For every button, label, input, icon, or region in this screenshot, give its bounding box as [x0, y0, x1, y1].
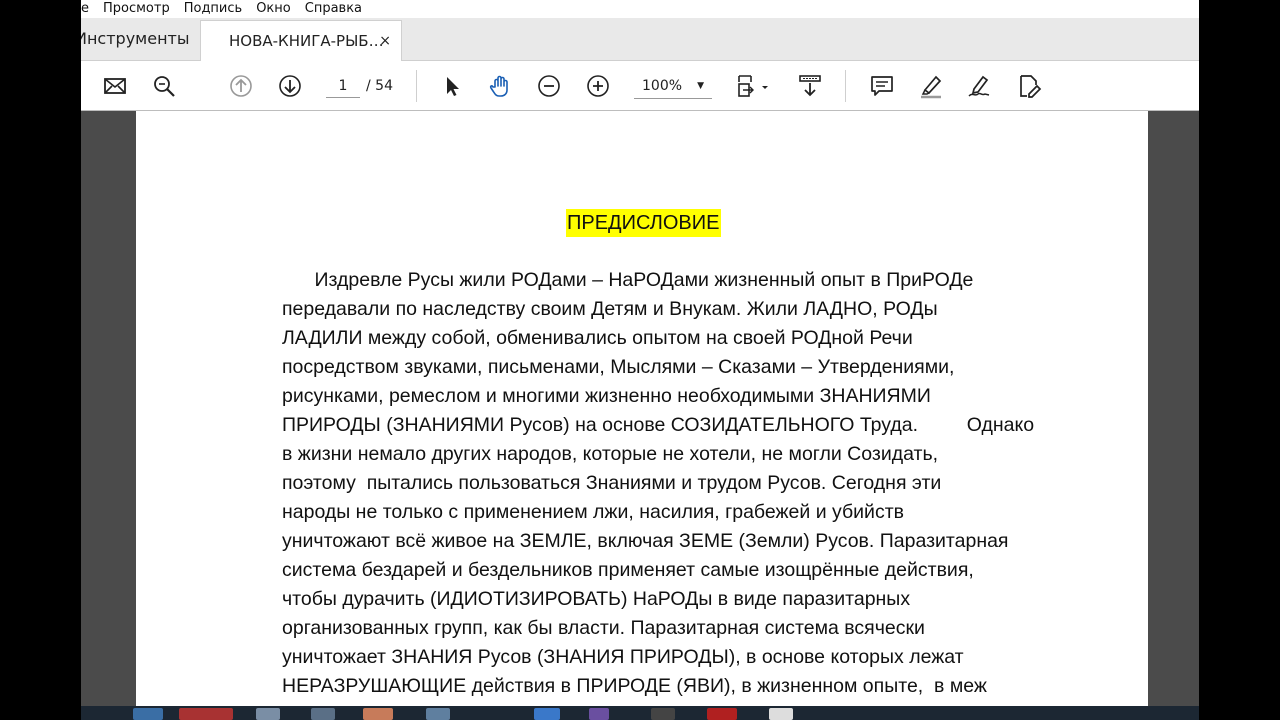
sign-icon[interactable] [965, 71, 995, 101]
toolbar-divider [845, 70, 846, 102]
tab-tools-label: Инструменты [81, 29, 190, 48]
toolbar-divider [416, 70, 417, 102]
edit-pdf-icon[interactable] [1014, 71, 1044, 101]
text-line: передавали по наследству своим Детям и В… [282, 298, 938, 320]
taskbar-app-icon[interactable] [179, 708, 233, 720]
hand-icon[interactable] [486, 71, 516, 101]
text-line: Издревле Русы жили РОДами – НаРОДами жиз… [282, 269, 974, 291]
menu-item-view[interactable]: Просмотр [96, 0, 177, 18]
envelope-icon[interactable] [100, 71, 130, 101]
taskbar-app-icon[interactable] [769, 708, 793, 720]
chevron-down-icon: ▼ [697, 81, 704, 91]
page-fit-icon[interactable] [733, 71, 773, 101]
document-body: Издревле Русы жили РОДами – НаРОДами жиз… [282, 266, 1122, 701]
taskbar-app-icon[interactable] [311, 708, 335, 720]
taskbar [81, 706, 1199, 720]
taskbar-app-icon[interactable] [256, 708, 280, 720]
taskbar-app-icon[interactable] [707, 708, 737, 720]
page-title: ПРЕДИСЛОВИЕ [566, 209, 721, 237]
text-line: посредством звуками, письменами, Мыслями… [282, 356, 955, 378]
zoom-in-icon[interactable] [583, 71, 613, 101]
tab-document[interactable]: НОВА-КНИГА-РЫБ… × [200, 20, 402, 62]
text-line: ЛАДИЛИ между собой, обменивались опытом … [282, 327, 913, 349]
text-line: народы не только с применением лжи, наси… [282, 501, 904, 523]
close-tab-icon[interactable]: × [379, 21, 391, 61]
select-cursor-icon[interactable] [437, 71, 467, 101]
taskbar-app-icon[interactable] [133, 708, 163, 720]
text-line: уничтожают всё живое на ЗЕМЛЕ, включая З… [282, 530, 1009, 552]
zoom-value: 100% [642, 78, 683, 94]
text-line: поэтому пытались пользоваться Знаниями и… [282, 472, 942, 494]
document-page: ПРЕДИСЛОВИЕ Издревле Русы жили РОДами – … [136, 111, 1148, 720]
page-total: / 54 [366, 78, 393, 94]
menu-item-partial[interactable]: e [81, 0, 96, 18]
tab-row: Инструменты НОВА-КНИГА-РЫБ… × [81, 18, 1199, 62]
text-line: рисунками, ремеслом и многими жизненно н… [282, 385, 931, 407]
taskbar-app-icon[interactable] [363, 708, 393, 720]
zoom-select[interactable]: 100% ▼ [634, 74, 712, 99]
taskbar-app-icon[interactable] [589, 708, 609, 720]
menu-item-help[interactable]: Справка [298, 0, 369, 18]
menu-item-window[interactable]: Окно [249, 0, 298, 18]
page-up-icon[interactable] [226, 71, 256, 101]
text-line: уничтожает ЗНАНИЯ Русов (ЗНАНИЯ ПРИРОДЫ)… [282, 646, 964, 668]
text-line: в жизни немало других народов, которые н… [282, 443, 939, 465]
text-line: НЕРАЗРУШАЮЩИЕ действия в ПРИРОДЕ (ЯВИ), … [282, 675, 987, 697]
tab-tools[interactable]: Инструменты [81, 18, 199, 60]
menu-bar: e Просмотр Подпись Окно Справка [81, 0, 1199, 18]
highlight-icon[interactable] [916, 71, 946, 101]
scroll-icon[interactable] [795, 71, 825, 101]
text-line: ПРИРОДЫ (ЗНАНИЯМИ Русов) на основе СОЗИД… [282, 414, 1035, 436]
text-line: система бездарей и бездельников применяе… [282, 559, 974, 581]
tab-document-label: НОВА-КНИГА-РЫБ… [229, 32, 384, 50]
text-line: чтобы дурачить (ИДИОТИЗИРОВАТЬ) НаРОДы в… [282, 588, 911, 610]
taskbar-app-icon[interactable] [651, 708, 675, 720]
search-icon[interactable] [149, 71, 179, 101]
page-down-icon[interactable] [275, 71, 305, 101]
pdf-viewer-window: e Просмотр Подпись Окно Справка Инструме… [81, 0, 1199, 720]
taskbar-app-icon[interactable] [426, 708, 450, 720]
comment-icon[interactable] [867, 71, 897, 101]
taskbar-app-icon[interactable] [534, 708, 560, 720]
zoom-out-icon[interactable] [534, 71, 564, 101]
toolbar: 1 / 54 100% ▼ [81, 61, 1199, 111]
menu-item-sign[interactable]: Подпись [177, 0, 249, 18]
text-line: организованных групп, как бы власти. Пар… [282, 617, 925, 639]
page-number-input[interactable]: 1 [326, 75, 360, 98]
